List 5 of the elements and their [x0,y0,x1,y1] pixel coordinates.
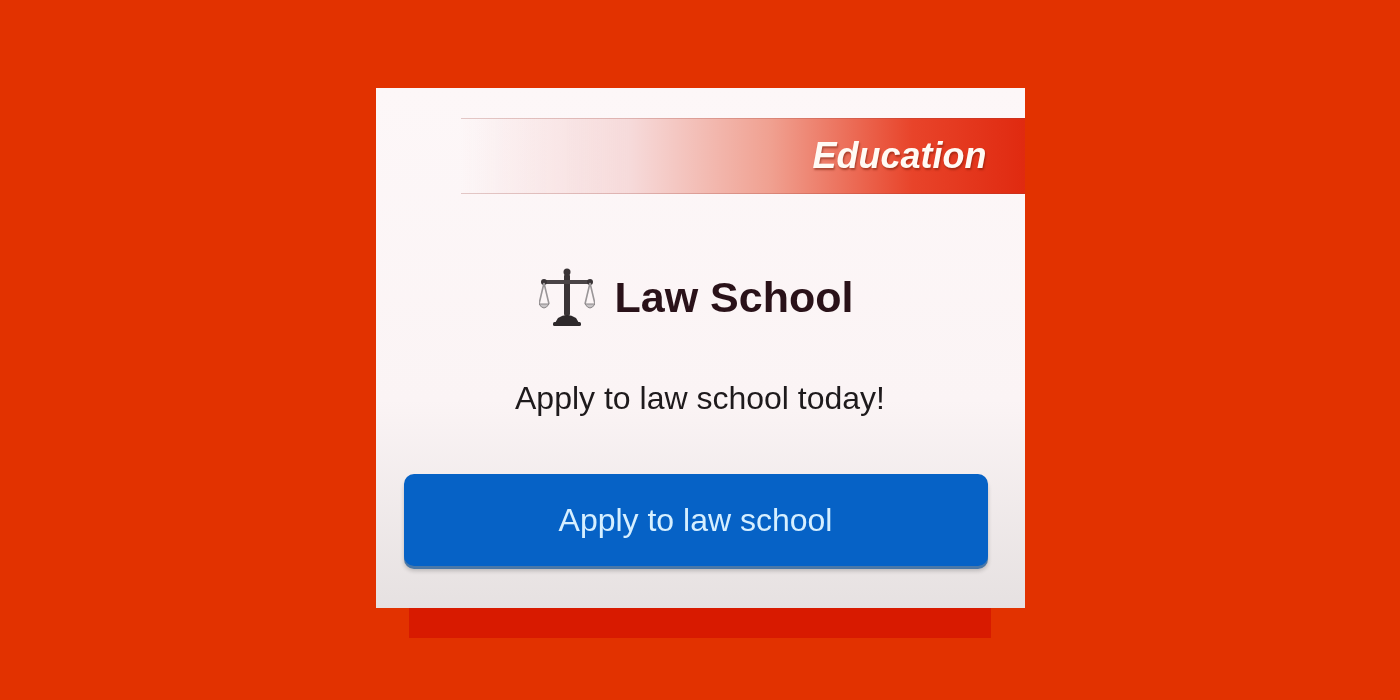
scales-icon [538,268,595,326]
apply-button[interactable]: Apply to law school [403,474,988,566]
category-label: Education [812,135,987,177]
card-description: Apply to law school today! [514,380,886,416]
card-title: Law School [614,272,854,322]
